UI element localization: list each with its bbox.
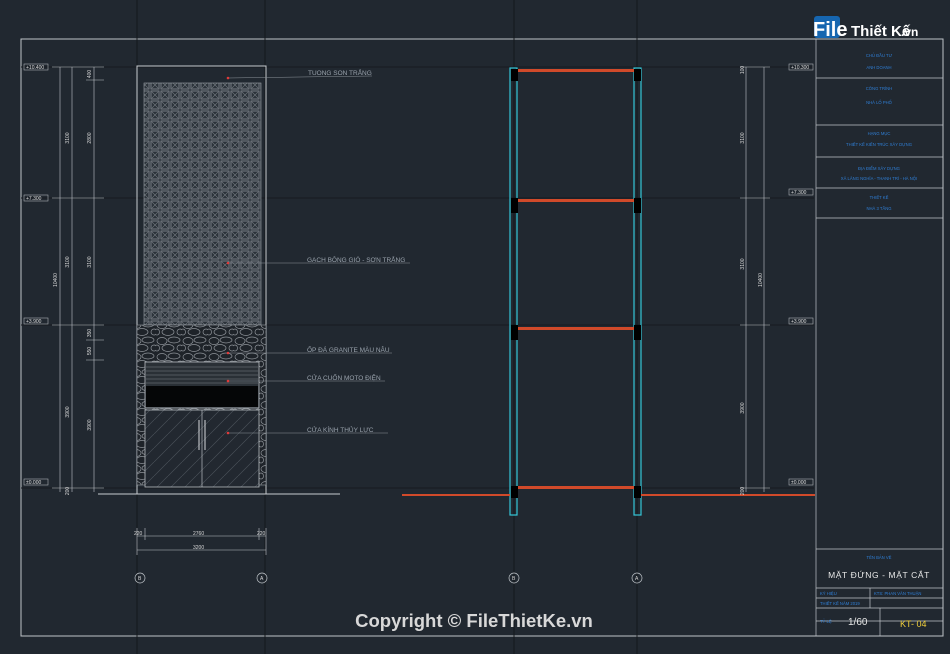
dim-outer-3: 3900: [65, 406, 71, 417]
dim-inner-6: 3900: [87, 419, 93, 430]
logo-file: File: [813, 19, 847, 41]
tb-row1-a: KÝ HIỆU: [820, 591, 837, 596]
tb-design-label: THIẾT KẾ: [870, 195, 889, 200]
tb-row1-b: KTS: PHAN VĂN THUẬN: [874, 591, 921, 596]
tb-scale: 1/60: [848, 617, 868, 628]
section-dim-total: 10400: [758, 273, 764, 287]
tb-design: NHÀ 3 TẦNG: [866, 206, 891, 211]
tb-project-label: CÔNG TRÌNH: [866, 86, 892, 91]
dim-bottom-left: 220: [134, 531, 143, 537]
tb-project: NHÀ LỐ PHỐ: [866, 100, 893, 105]
dim-bottom-right: 220: [257, 531, 266, 537]
level-left-4: ±0.000: [26, 480, 41, 486]
dim-inner-7: 200: [65, 487, 71, 496]
tb-sheet: KT- 04: [900, 619, 927, 629]
level-right-1: +10.300: [791, 65, 809, 71]
tb-scale-label: TỶ LỆ: [820, 619, 832, 624]
tb-category: THIẾT KẾ KIẾN TRÚC XÂY DỰNG: [846, 142, 912, 147]
tb-owner: ANH DOANH: [866, 65, 891, 70]
level-right-2: +7.300: [791, 190, 807, 196]
dim-inner-3: 3100: [87, 256, 93, 267]
breeze-block-wall: [143, 82, 262, 326]
level-left-3: +3.900: [26, 319, 42, 325]
annotation-1: TUONG SON TRẮNG: [308, 68, 372, 77]
section-dim-2: 3100: [740, 258, 746, 269]
dim-inner-2: 2800: [87, 132, 93, 143]
cad-drawing-canvas: File Thiết Kế .vn +10.400 +7.300 +3.900 …: [0, 0, 950, 654]
section-dim-top: 100: [740, 66, 746, 75]
dim-outer-total: 10400: [53, 273, 59, 287]
section-dim-bottom: 200: [740, 487, 746, 496]
logo-vn: .vn: [901, 25, 918, 39]
section-dim-3: 3900: [740, 402, 746, 413]
dim-bottom-mid: 2760: [193, 531, 204, 537]
dim-inner-4: 350: [87, 329, 93, 338]
level-right-4: ±0.000: [791, 480, 806, 486]
annotation-2: GẠCH BÔNG GIÓ - SƠN TRẮNG: [307, 255, 405, 264]
tb-location-label: ĐỊA ĐIỂM XÂY DỰNG: [858, 166, 900, 171]
annotation-5: CỬA KÍNH THỦY LỰC: [307, 425, 374, 434]
section-dim-1: 3100: [740, 132, 746, 143]
level-left-2: +7.300: [26, 196, 42, 202]
dim-bottom-total: 3200: [193, 545, 204, 551]
tb-owner-label: CHỦ ĐẦU TƯ: [866, 53, 893, 58]
level-right-3: +3.900: [791, 319, 807, 325]
tb-row2-a: THIẾT KẾ NĂM 2019: [820, 601, 860, 606]
dim-inner-5: 550: [87, 347, 93, 356]
tb-category-label: HẠNG MỤC: [868, 131, 891, 136]
tb-drawing-title: MẶT ĐỨNG - MẶT CẮT: [828, 570, 930, 580]
dim-inner-1: 400: [87, 70, 93, 79]
copyright-watermark: Copyright © FileThietKe.vn: [355, 610, 593, 631]
dim-outer-1: 3100: [65, 132, 71, 143]
tb-location: XÃ LÃNG NGHĨA - THANH TRÌ - HÀ NỘI: [841, 176, 917, 181]
level-left-1: +10.400: [26, 65, 44, 71]
tb-drawing-label: TÊN BẢN VẼ: [867, 555, 892, 560]
dim-outer-2: 3100: [65, 256, 71, 267]
